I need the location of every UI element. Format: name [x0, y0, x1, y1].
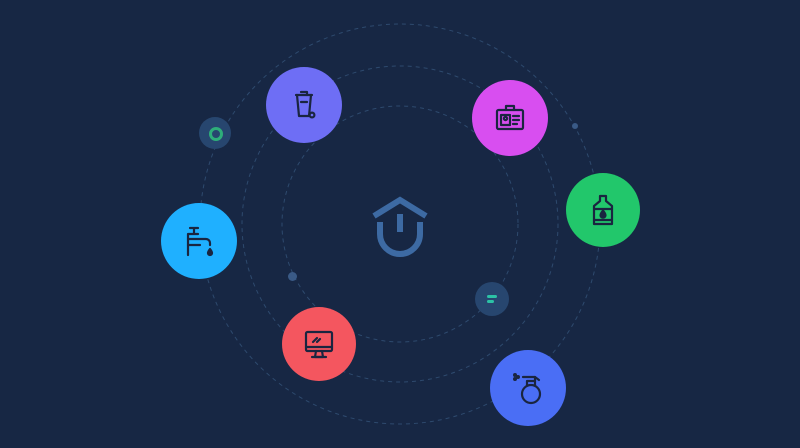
id-card-node[interactable]: [472, 80, 548, 156]
small-orbit-dot-right: [572, 123, 578, 129]
monitor-icon: [304, 330, 334, 359]
trash-can-icon: [294, 90, 316, 119]
monitor-node[interactable]: [282, 307, 356, 381]
green-ring-dot: [199, 117, 231, 149]
faucet-node[interactable]: [161, 203, 237, 279]
faucet-icon: [186, 226, 214, 257]
id-card-icon: [495, 104, 525, 131]
home-logo-icon: [368, 194, 432, 258]
spray-bottle-node[interactable]: [490, 350, 566, 426]
small-orbit-dot-left: [288, 272, 297, 281]
bottle-node[interactable]: [566, 173, 640, 247]
teal-lines-dot: [475, 282, 509, 316]
spray-bottle-icon: [512, 372, 542, 405]
bottle-icon: [592, 194, 614, 226]
illustration-stage: [0, 0, 800, 448]
trash-can-node[interactable]: [266, 67, 342, 143]
